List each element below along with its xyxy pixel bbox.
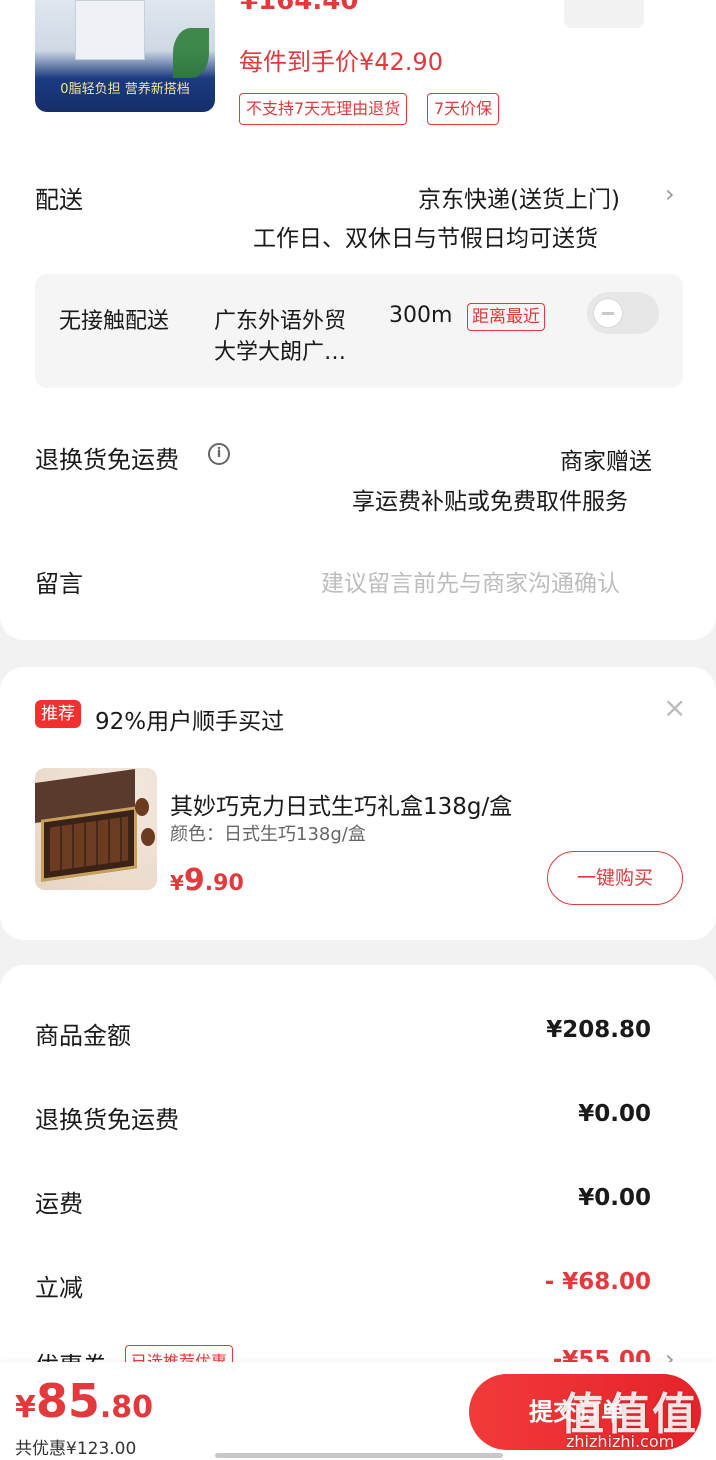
summary-value-shipping: ¥0.00 <box>578 1185 651 1211</box>
nearest-badge: 距离最近 <box>467 303 545 331</box>
recommend-product-spec: 颜色：日式生巧138g/盒 <box>170 824 366 845</box>
home-indicator[interactable] <box>215 1453 503 1458</box>
price-decimal: .90 <box>204 871 244 896</box>
recommend-title: 92%用户顺手买过 <box>95 709 285 735</box>
summary-label-return-shipping: 退换货免运费 <box>35 1106 179 1134</box>
no-contact-toggle[interactable] <box>587 292 659 334</box>
message-label: 留言 <box>35 570 83 598</box>
order-total: ¥85.80 <box>15 1374 153 1428</box>
pickup-address-line1: 广东外语外贸 <box>214 309 347 334</box>
recommend-price: ¥9.90 <box>170 863 244 898</box>
leaf-graphic <box>173 28 209 78</box>
per-unit-price: 每件到手价¥42.90 <box>239 48 443 76</box>
recommend-card: 推荐 92%用户顺手买过 × 其妙巧克力日式生巧礼盒138g/盒 颜色：日式生巧… <box>0 667 716 940</box>
summary-value-subtotal: ¥208.80 <box>546 1017 651 1043</box>
total-decimal: .80 <box>99 1390 154 1425</box>
chocolate-tray-graphic <box>41 806 137 882</box>
pickup-address-line2: 大学大朗广… <box>214 340 347 365</box>
product-box-graphic <box>75 0 145 60</box>
product-image-banner: 0脂轻负担 营养新搭档 <box>60 82 190 97</box>
order-info-card: 0脂轻负担 营养新搭档 ¥164.40 每件到手价¥42.90 不支持7天无理由… <box>0 0 716 640</box>
no-return-tag: 不支持7天无理由退货 <box>239 93 408 125</box>
summary-label-shipping: 运费 <box>35 1190 83 1218</box>
total-symbol: ¥ <box>15 1390 36 1425</box>
price-symbol: ¥ <box>170 871 184 895</box>
chocolate-thumbnail[interactable] <box>35 768 157 890</box>
toggle-knob <box>593 298 623 328</box>
chevron-right-icon[interactable]: › <box>665 180 675 208</box>
site-watermark-url: zhizhizhi.com <box>566 1432 675 1451</box>
close-icon[interactable]: × <box>663 691 686 724</box>
cocoa-bean-graphic <box>135 798 149 816</box>
product-price: ¥164.40 <box>240 0 359 16</box>
price-protect-tag: 7天价保 <box>427 93 500 125</box>
message-input[interactable]: 建议留言前先与商家沟通确认 <box>321 564 620 598</box>
cocoa-bean-graphic <box>141 828 155 846</box>
product-thumbnail[interactable]: 0脂轻负担 营养新搭档 <box>35 0 215 112</box>
info-icon[interactable]: i <box>208 443 230 465</box>
summary-label-subtotal: 商品金额 <box>35 1022 131 1050</box>
price-integer: 9 <box>183 863 205 898</box>
return-shipping-desc: 享运费补贴或免费取件服务 <box>352 489 628 515</box>
recommend-product-name[interactable]: 其妙巧克力日式生巧礼盒138g/盒 <box>170 787 512 821</box>
return-shipping-value: 商家赠送 <box>560 449 652 475</box>
quantity-stepper[interactable] <box>564 0 644 28</box>
total-integer: 85 <box>35 1374 100 1428</box>
recommend-badge: 推荐 <box>35 700 81 728</box>
summary-value-discount: - ¥68.00 <box>544 1269 651 1295</box>
pickup-distance: 300m <box>389 303 453 328</box>
summary-label-discount: 立减 <box>35 1274 83 1302</box>
delivery-method[interactable]: 京东快递(送货上门) <box>418 180 620 214</box>
return-shipping-label: 退换货免运费 <box>35 446 179 474</box>
delivery-schedule: 工作日、双休日与节假日均可送货 <box>253 226 598 252</box>
total-savings: 共优惠¥123.00 <box>15 1439 137 1459</box>
summary-value-return-shipping: ¥0.00 <box>578 1101 651 1127</box>
one-click-buy-button[interactable]: 一键购买 <box>547 851 683 905</box>
delivery-label: 配送 <box>35 186 83 214</box>
no-contact-label: 无接触配送 <box>59 309 170 334</box>
